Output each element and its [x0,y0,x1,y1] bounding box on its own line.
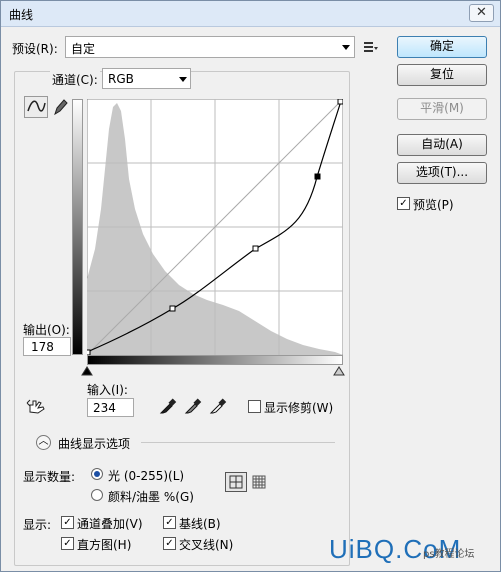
light-radio-label: 光 (0-255)(L) [108,469,185,483]
channel-select[interactable]: RGB [102,68,191,89]
collapse-chevron-icon[interactable]: ︿ [36,435,51,450]
options-button[interactable]: 选项(T)... [397,162,487,184]
input-gradient-bar [87,355,343,365]
channel-overlay-checkbox[interactable]: ✓ [61,516,74,529]
title-bar: 曲线 ✕ [1,1,500,27]
detailed-grid-icon[interactable] [252,475,266,489]
black-eyedropper-icon[interactable] [159,397,177,415]
curve-point[interactable] [87,349,91,355]
curve-options-title: 曲线显示选项 [58,437,131,451]
input-value: 234 [93,401,116,415]
curve-point-selected[interactable] [314,173,321,180]
baseline-label: 基线(B) [179,517,221,531]
output-gradient-bar [72,99,83,355]
auto-button[interactable]: 自动(A) [397,134,487,156]
output-value: 178 [31,340,54,354]
chevron-down-icon [342,45,350,50]
white-point-slider[interactable] [333,366,345,376]
curve-graph[interactable] [87,99,343,355]
list-settings-icon[interactable] [364,41,378,53]
pencil-icon[interactable] [52,97,68,117]
curve-tool-icon [27,100,46,112]
watermark-caption: ps教程论坛 [423,549,475,560]
preview-label: 预览(P) [413,198,454,212]
show-clipping-checkbox[interactable] [248,400,261,413]
grid-4x4-icon [229,475,243,489]
light-radio[interactable] [91,468,103,480]
channel-overlay-label: 通道叠加(V) [77,517,143,531]
channel-value: RGB [108,72,134,86]
chevron-down-icon [179,77,187,82]
smooth-button[interactable]: 平滑(M) [397,98,487,120]
output-label: 输出(O): [23,323,70,337]
show-label: 显示: [23,518,52,532]
close-icon: ✕ [476,5,487,20]
curve-point[interactable] [337,99,343,105]
simple-grid-button[interactable] [225,472,247,492]
input-label: 输入(I): [87,383,128,397]
gray-eyedropper-icon[interactable] [184,397,202,415]
preview-checkbox[interactable]: ✓ [397,197,410,210]
intersection-label: 交叉线(N) [179,538,234,552]
curve-point-tool[interactable] [24,96,48,118]
channel-label: 通道(C): [50,71,100,88]
preset-label: 预设(R): [12,42,58,56]
input-sliders[interactable] [81,365,351,377]
preset-select[interactable]: 自定 [65,36,355,58]
divider [141,442,335,443]
curves-dialog: 曲线 ✕ 预设(R): 自定 确定 复位 平滑(M) 自动(A) 选项(T)..… [0,0,501,572]
curve-point[interactable] [252,245,259,252]
histogram-label: 直方图(H) [77,538,132,552]
curve-point[interactable] [169,305,176,312]
pigment-radio-label: 颜料/油墨 %(G) [108,490,194,504]
histogram-checkbox[interactable]: ✓ [61,537,74,550]
ok-button[interactable]: 确定 [397,36,487,58]
baseline-checkbox[interactable]: ✓ [163,516,176,529]
reset-button[interactable]: 复位 [397,64,487,86]
window-title: 曲线 [9,8,34,22]
show-clipping-label: 显示修剪(W) [264,401,334,415]
white-eyedropper-icon[interactable] [209,397,227,415]
input-field[interactable]: 234 [87,398,134,417]
pigment-radio[interactable] [91,489,103,501]
preset-value: 自定 [71,42,96,56]
intersection-checkbox[interactable]: ✓ [163,537,176,550]
black-point-slider[interactable] [81,366,93,376]
close-button[interactable]: ✕ [469,4,494,22]
amount-label: 显示数量: [23,470,76,484]
output-field[interactable]: 178 [23,337,71,356]
hand-adjust-icon[interactable] [26,398,48,416]
